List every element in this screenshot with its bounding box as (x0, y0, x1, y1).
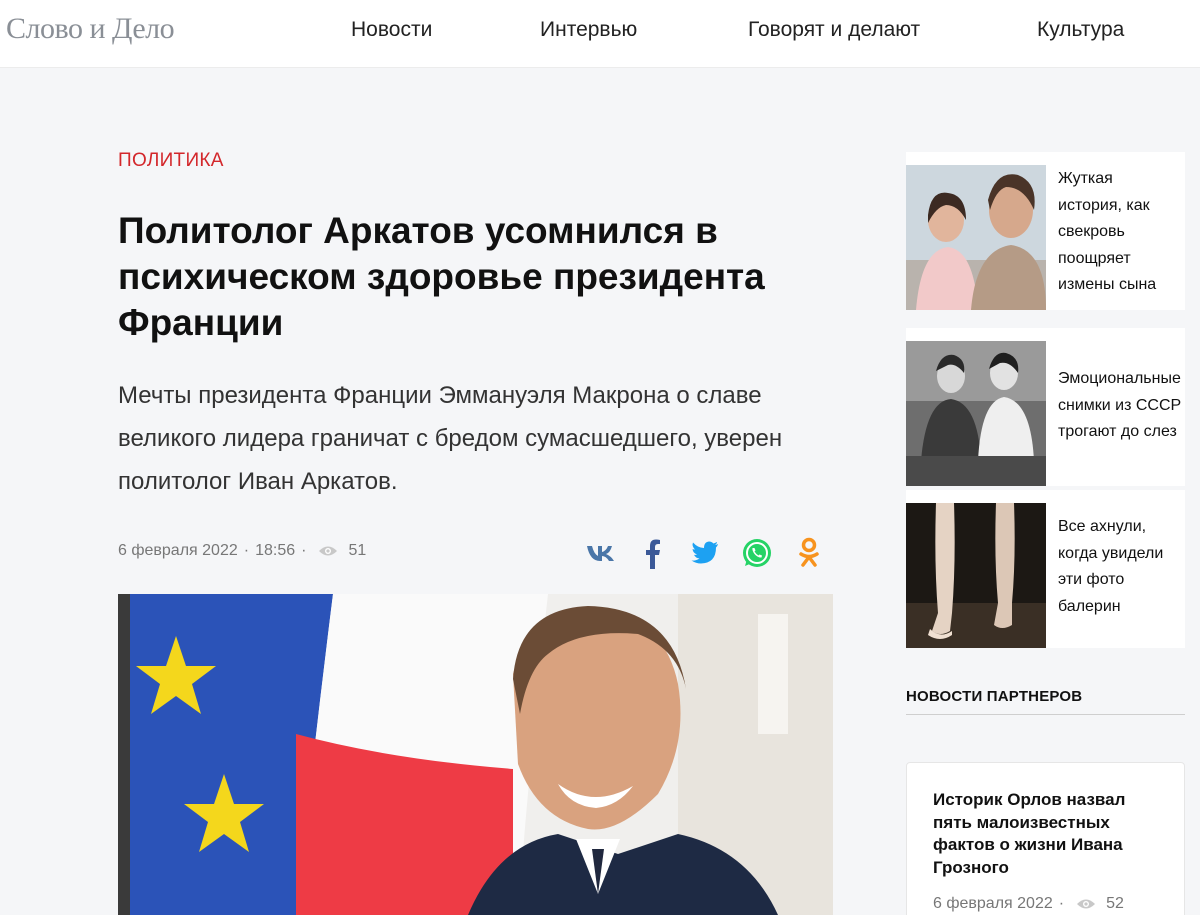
facebook-icon (646, 539, 660, 569)
eye-icon (318, 545, 338, 557)
article-meta: 6 февраля 2022 · 18:56 · 51 (118, 542, 366, 560)
sidebar-item-thumbnail (906, 165, 1046, 310)
partner-news-views: 52 (1106, 895, 1124, 912)
nav-item-news[interactable]: Новости (351, 18, 432, 42)
twitter-icon (691, 541, 718, 564)
facebook-share-button[interactable] (636, 536, 670, 570)
partners-divider (906, 714, 1185, 715)
partner-news-meta: 6 февраля 2022 · 52 (933, 895, 1124, 913)
whatsapp-icon (743, 539, 771, 567)
article-hero-image (118, 594, 833, 915)
nav-item-interviews[interactable]: Интервью (540, 18, 637, 42)
twitter-share-button[interactable] (688, 536, 722, 570)
article-title: Политолог Аркатов усомнился в психическо… (118, 210, 765, 343)
article-lead: Мечты президента Франции Эммануэля Макро… (118, 382, 783, 495)
partner-news-card[interactable]: Историк Орлов назвал пять малоизвестных … (906, 762, 1185, 915)
sidebar-item-title: Все ахнули, когда увидели эти фото балер… (1058, 518, 1164, 615)
sidebar-item-1[interactable]: Жуткая история, как свекровь поощряет из… (906, 152, 1185, 310)
article-category[interactable]: ПОЛИТИКА (118, 150, 224, 172)
article-time: 18:56 (255, 542, 296, 559)
partner-news-date: 6 февраля 2022 (933, 895, 1053, 912)
sidebar-item-2[interactable]: Эмоциональные снимки из СССР трогают до … (906, 328, 1185, 486)
partners-heading: НОВОСТИ ПАРТНЕРОВ (906, 688, 1083, 705)
sidebar-item-thumbnail (906, 341, 1046, 486)
meta-separator: · (1058, 895, 1065, 912)
share-bar (584, 536, 826, 570)
sidebar-item-title: Жуткая история, как свекровь поощряет из… (1058, 170, 1157, 293)
whatsapp-share-button[interactable] (740, 536, 774, 570)
odnoklassniki-share-button[interactable] (792, 536, 826, 570)
sidebar-item-thumbnail (906, 503, 1046, 648)
eye-icon (1076, 898, 1096, 910)
sidebar-item-title: Эмоциональные снимки из СССР трогают до … (1058, 370, 1182, 440)
nav-item-culture[interactable]: Культура (1037, 18, 1124, 42)
sidebar-item-3[interactable]: Все ахнули, когда увидели эти фото балер… (906, 490, 1185, 648)
partner-news-title: Историк Орлов назвал пять малоизвестных … (933, 790, 1126, 877)
site-header: Слово и Дело Новости Интервью Говорят и … (0, 0, 1200, 68)
article-views: 51 (348, 542, 367, 559)
meta-separator: · (243, 542, 250, 559)
article-date: 6 февраля 2022 (118, 542, 238, 559)
odnoklassniki-icon (799, 537, 819, 567)
vk-share-button[interactable] (584, 536, 618, 570)
meta-separator: · (301, 542, 307, 559)
vk-icon (587, 546, 614, 561)
nav-item-say-and-do[interactable]: Говорят и делают (748, 18, 920, 42)
site-logo[interactable]: Слово и Дело (6, 12, 175, 46)
